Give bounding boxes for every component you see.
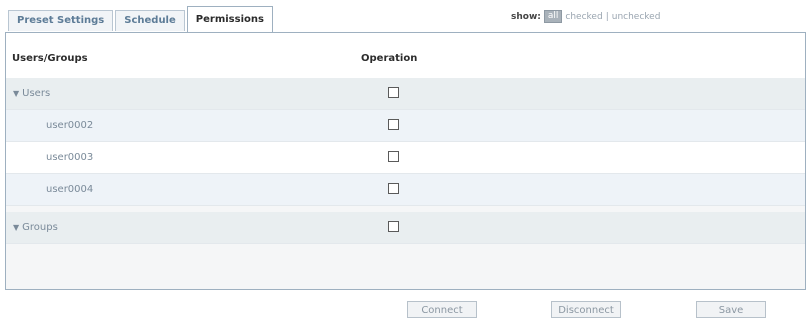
column-header-users-groups: Users/Groups	[12, 53, 88, 64]
tree-group-users[interactable]: ▼ Users	[13, 88, 50, 99]
row-label: Groups	[22, 222, 58, 233]
tab-schedule[interactable]: Schedule	[115, 10, 185, 31]
disconnect-button[interactable]: Disconnect	[551, 301, 621, 318]
row-label: user0004	[46, 184, 94, 195]
operation-checkbox[interactable]	[388, 183, 399, 194]
connect-button[interactable]: Connect	[407, 301, 477, 318]
expand-triangle-icon[interactable]: ▼	[13, 89, 19, 98]
table-row: user0003	[6, 142, 805, 174]
column-header-operation: Operation	[361, 53, 418, 64]
table-row: ▼ Users	[6, 78, 805, 110]
table-header: Users/Groups Operation	[6, 33, 805, 84]
operation-checkbox[interactable]	[388, 87, 399, 98]
table-row: ▼ Groups	[6, 212, 805, 244]
operation-checkbox[interactable]	[388, 221, 399, 232]
row-label: user0003	[46, 152, 94, 163]
row-label: user0002	[46, 120, 94, 131]
show-filter-all[interactable]: all	[543, 10, 563, 23]
permissions-panel: Users/Groups Operation ▼ Users user0002 u…	[5, 32, 806, 290]
save-button[interactable]: Save	[696, 301, 766, 318]
table-row: user0002	[6, 110, 805, 142]
show-filter: show: all checked | unchecked	[511, 10, 660, 23]
operation-checkbox[interactable]	[388, 151, 399, 162]
show-filter-label: show:	[511, 11, 541, 22]
show-filter-unchecked[interactable]: unchecked	[612, 12, 661, 22]
expand-triangle-icon[interactable]: ▼	[13, 223, 19, 232]
tab-preset-settings[interactable]: Preset Settings	[8, 10, 114, 31]
row-label: Users	[22, 88, 51, 99]
show-filter-checked[interactable]: checked	[565, 12, 602, 22]
table-row: user0004	[6, 174, 805, 206]
operation-checkbox[interactable]	[388, 119, 399, 130]
show-filter-separator: |	[605, 11, 609, 22]
tab-permissions[interactable]: Permissions	[186, 6, 273, 32]
tree-group-groups[interactable]: ▼ Groups	[13, 222, 58, 233]
tab-bar: Preset Settings Schedule Permissions	[8, 6, 275, 32]
